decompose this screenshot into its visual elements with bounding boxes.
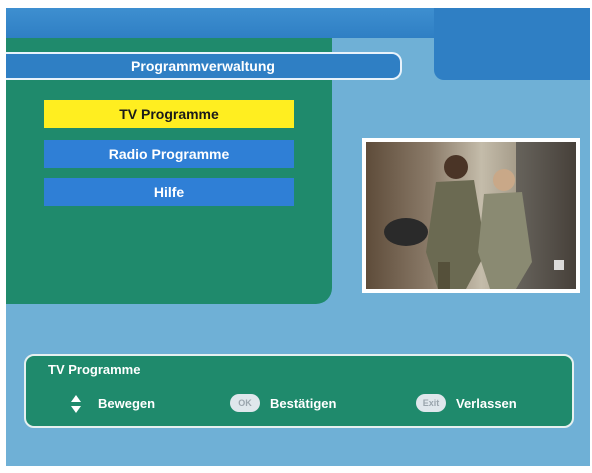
top-right-block — [434, 8, 590, 80]
exit-key-label: Exit — [422, 398, 440, 408]
ok-button-icon: OK — [230, 394, 260, 412]
menu-item-label: Hilfe — [153, 184, 185, 200]
tv-preview-window — [362, 138, 580, 293]
menu-item-tv-programme[interactable]: TV Programme — [44, 100, 294, 128]
exit-button-icon: Exit — [416, 394, 446, 412]
menu-title-label: Programmverwaltung — [131, 58, 275, 74]
info-title: TV Programme — [48, 362, 141, 377]
tv-menu-screen: Programmverwaltung TV Programme Radio Pr… — [6, 8, 590, 466]
menu-item-label: Radio Programme — [108, 146, 230, 162]
tv-preview-image — [366, 142, 576, 289]
menu-title: Programmverwaltung — [6, 52, 402, 80]
menu-item-radio-programme[interactable]: Radio Programme — [44, 140, 294, 168]
menu-item-label: TV Programme — [119, 106, 219, 122]
move-hint-label: Bewegen — [98, 396, 156, 411]
exit-hint-label: Verlassen — [456, 396, 517, 411]
ok-key-label: OK — [238, 398, 252, 408]
confirm-hint-label: Bestätigen — [270, 396, 337, 411]
up-down-arrows-icon — [71, 395, 81, 413]
menu-item-hilfe[interactable]: Hilfe — [44, 178, 294, 206]
info-panel: TV Programme Bewegen OK Bestätigen Exit … — [24, 354, 574, 428]
